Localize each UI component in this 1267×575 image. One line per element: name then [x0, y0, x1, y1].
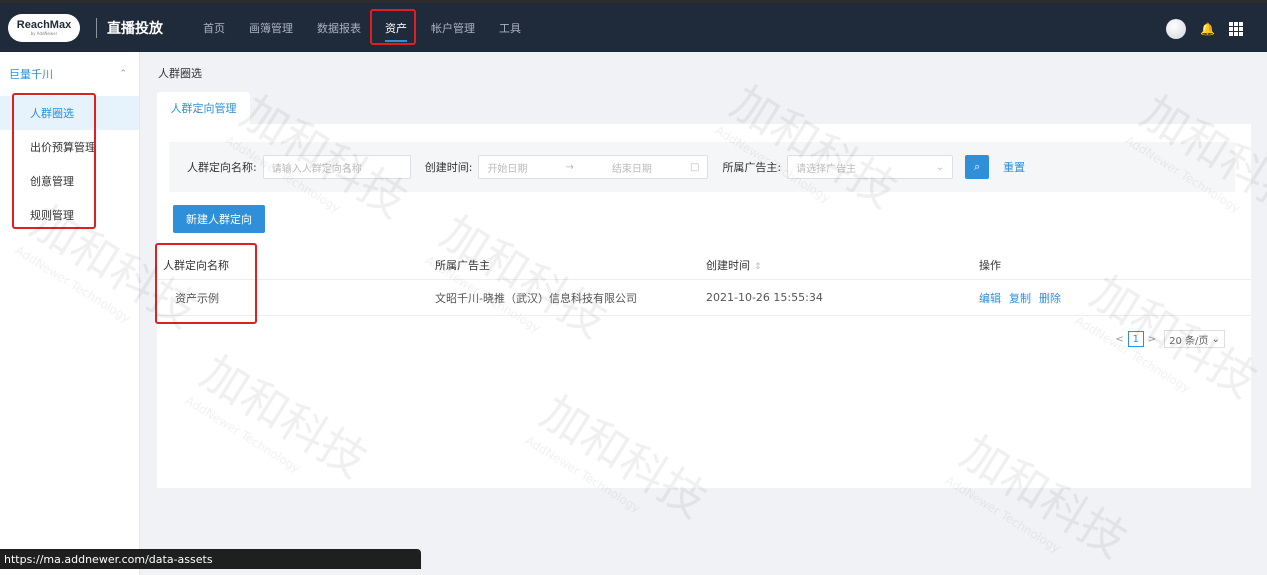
header-actions: 🔔: [1166, 3, 1243, 55]
col-header-created[interactable]: 创建时间 ⇕: [706, 257, 762, 273]
advertiser-placeholder: 请选择广告主: [796, 163, 857, 175]
tab-audience-management[interactable]: 人群定向管理: [157, 92, 250, 124]
new-audience-button[interactable]: 新建人群定向: [173, 205, 265, 233]
advertiser-filter-label: 所属广告主:: [722, 161, 782, 174]
nav-portfolio[interactable]: 画簿管理: [249, 2, 293, 54]
pagination: < 1 > 20 条/页 ⌄: [1115, 330, 1225, 348]
reset-link[interactable]: 重置: [1003, 159, 1025, 175]
end-date-placeholder: 结束日期: [611, 163, 652, 175]
highlight-box-nav: [370, 9, 416, 45]
sidebar-group-qianchuan[interactable]: 巨量千川 ⌃: [0, 52, 139, 96]
row-actions: 编辑 复制 删除: [979, 290, 1061, 306]
content-panel: 人群定向名称: 请输入人群定向名称 创建时间: 开始日期 → 结束日期 □ 所属…: [155, 124, 1251, 488]
chevron-down-icon: ⌄: [935, 161, 945, 173]
bell-icon[interactable]: 🔔: [1200, 22, 1215, 36]
col-header-advertiser: 所属广告主: [435, 258, 490, 272]
date-range-picker[interactable]: 开始日期 → 结束日期 □: [478, 155, 709, 179]
edit-link[interactable]: 编辑: [979, 290, 1001, 306]
logo-subtext: by AddNewer: [30, 30, 58, 36]
highlight-box-table: [155, 243, 257, 324]
name-filter-input[interactable]: 请输入人群定向名称: [262, 155, 411, 179]
nav-tools[interactable]: 工具: [499, 2, 521, 54]
range-arrow: →: [565, 161, 574, 173]
sort-icon[interactable]: ⇕: [754, 262, 762, 272]
chevron-down-icon: ⌄: [1208, 333, 1220, 345]
start-date-placeholder: 开始日期: [487, 163, 528, 175]
table-row: 资产示例 文昭千川-晓推（武汉）信息科技有限公司 2021-10-26 15:5…: [157, 280, 1251, 316]
chevron-up-icon: ⌃: [119, 69, 127, 79]
nav-accounts[interactable]: 帐户管理: [431, 2, 475, 54]
filter-bar: 人群定向名称: 请输入人群定向名称 创建时间: 开始日期 → 结束日期 □ 所属…: [169, 142, 1235, 192]
apps-grid-icon[interactable]: [1229, 22, 1243, 36]
reachmax-logo[interactable]: ReachMax by AddNewer: [8, 13, 80, 42]
delete-link[interactable]: 删除: [1039, 290, 1061, 306]
page-size-value: 20 条/页: [1169, 335, 1209, 347]
cell-created: 2021-10-26 15:55:34: [706, 291, 823, 304]
breadcrumb: 人群圈选: [158, 67, 202, 80]
highlight-box-sidebar: [12, 93, 96, 229]
nav-reports[interactable]: 数据报表: [317, 2, 361, 54]
prev-page-button[interactable]: <: [1115, 334, 1123, 345]
header-divider: [96, 17, 97, 38]
logo-text: ReachMax: [16, 18, 72, 31]
calendar-icon: □: [689, 161, 700, 173]
cell-advertiser: 文昭千川-晓推（武汉）信息科技有限公司: [435, 291, 637, 305]
page-number[interactable]: 1: [1127, 331, 1144, 347]
search-button[interactable]: ⌕: [965, 155, 990, 179]
top-navbar: ReachMax by AddNewer 直播投放 首页 画簿管理 数据报表 资…: [0, 0, 1267, 52]
product-name: 直播投放: [107, 20, 163, 37]
name-filter-label: 人群定向名称:: [187, 161, 257, 174]
search-icon: ⌕: [974, 160, 981, 173]
next-page-button[interactable]: >: [1148, 334, 1156, 345]
status-bar-url: https://ma.addnewer.com/data-assets: [0, 549, 421, 569]
nav-home[interactable]: 首页: [203, 2, 225, 54]
col-header-created-label: 创建时间: [706, 258, 750, 272]
advertiser-select[interactable]: 请选择广告主 ⌄: [787, 155, 954, 179]
copy-link[interactable]: 复制: [1009, 290, 1031, 306]
user-avatar[interactable]: [1166, 19, 1187, 39]
time-filter-label: 创建时间:: [424, 161, 473, 174]
col-header-actions: 操作: [979, 258, 1001, 272]
sidebar-group-label: 巨量千川: [9, 68, 53, 81]
table-header: 人群定向名称 所属广告主 创建时间 ⇕ 操作: [157, 250, 1251, 280]
page-size-select[interactable]: 20 条/页 ⌄: [1164, 330, 1225, 348]
